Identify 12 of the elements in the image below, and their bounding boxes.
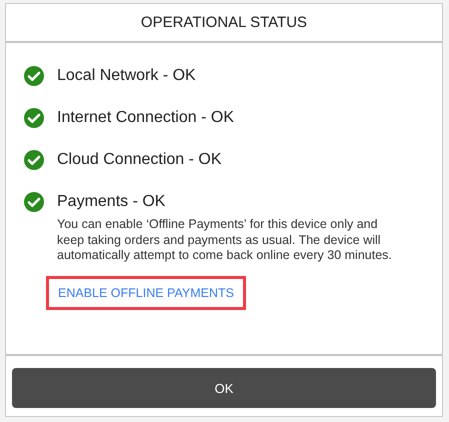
status-label: Internet Connection - OK <box>57 108 234 128</box>
enable-offline-link[interactable]: ENABLE OFFLINE PAYMENTS <box>46 276 246 310</box>
check-circle-icon <box>23 107 45 129</box>
dialog-title: OPERATIONAL STATUS <box>140 14 308 31</box>
status-label: Local Network - OK <box>57 66 196 86</box>
ok-button[interactable]: OK <box>12 368 436 408</box>
check-circle-icon <box>23 65 45 87</box>
status-label: Cloud Connection - OK <box>57 150 222 170</box>
status-description: You can enable ‘Offline Payments’ for this device only and keep taking orders and payments as usual. The device will automatically attempt to come back online every 30 minutes. <box>57 217 393 264</box>
check-circle-icon <box>23 191 45 213</box>
check-circle-icon <box>23 149 45 171</box>
status-label: Payments - OK <box>57 192 166 212</box>
